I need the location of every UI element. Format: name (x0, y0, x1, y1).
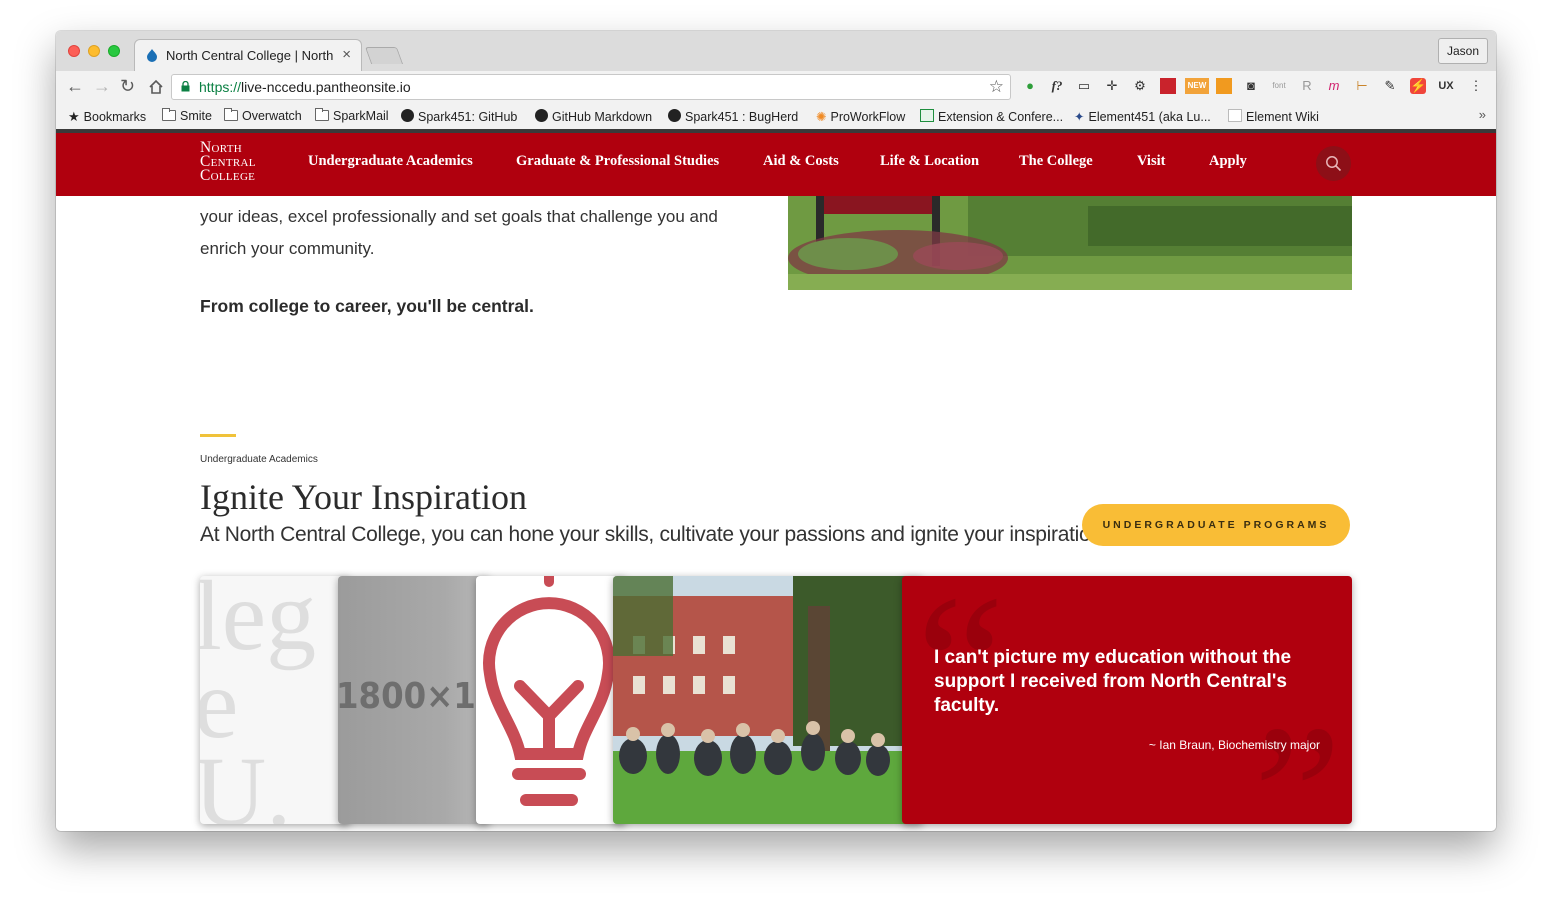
campus-sign-photo-graphic (788, 196, 1352, 290)
undergraduate-programs-button[interactable]: UNDERGRADUATE PROGRAMS (1082, 504, 1350, 546)
bookmark-element-wiki[interactable]: Element Wiki (1228, 109, 1319, 124)
tab-title: North Central College | North C (166, 48, 336, 63)
drupal-favicon-icon (147, 49, 157, 62)
college-logo[interactable]: North Central College (200, 140, 256, 184)
placeholder-dimensions: 1800×100 (338, 676, 490, 717)
eyedropper-extension-icon[interactable]: ✎ (1382, 78, 1398, 94)
lightbulb-icon (483, 576, 615, 806)
m-extension-icon[interactable]: m (1326, 78, 1342, 94)
browser-tab[interactable]: North Central College | North C × (134, 39, 362, 71)
feature-cards: lege U. 1800×100 (200, 574, 1352, 824)
card-student-quote[interactable]: “ ” I can't picture my education without… (902, 576, 1352, 824)
search-button[interactable] (1316, 146, 1351, 181)
new-badge-extension-icon[interactable]: NEW (1185, 78, 1209, 94)
nav-the-college[interactable]: The College (1019, 153, 1093, 170)
nav-graduate-professional-studies[interactable]: Graduate & Professional Studies (516, 153, 719, 170)
spreadsheet-icon (920, 109, 934, 122)
section-title: Ignite Your Inspiration (200, 477, 527, 517)
bookmark-proworkflow[interactable]: ✺ ProWorkFlow (816, 109, 905, 124)
bookmark-bookmarks[interactable]: ★ Bookmarks (68, 109, 146, 125)
zoom-window-button[interactable] (108, 45, 120, 57)
back-arrow-icon[interactable]: ← (66, 76, 84, 97)
card-lightbulb[interactable] (476, 576, 626, 824)
search-icon (1326, 156, 1342, 172)
bookmark-star-icon[interactable]: ☆ (989, 77, 1004, 97)
logo-line-3: College (200, 167, 256, 184)
section-subtitle: At North Central College, you can hone y… (200, 523, 1108, 546)
folder-icon (224, 108, 238, 121)
nav-apply[interactable]: Apply (1209, 153, 1247, 170)
r-extension-icon[interactable]: R (1299, 78, 1315, 94)
site-header: North Central College Undergraduate Acad… (56, 133, 1496, 196)
section-accent-rule (200, 434, 236, 437)
ruler-extension-icon[interactable]: ⊢ (1354, 78, 1370, 94)
url-text: https://live-nccedu.pantheonsite.io (199, 79, 411, 95)
card-college-u-text: lege U. (200, 576, 317, 824)
star-icon: ★ (68, 109, 80, 124)
minimize-window-button[interactable] (88, 45, 100, 57)
nav-undergraduate-academics[interactable]: Undergraduate Academics (308, 153, 473, 170)
reload-icon[interactable]: ↻ (120, 76, 135, 97)
tab-close-icon[interactable]: × (342, 46, 351, 63)
page-viewport: North Central College Undergraduate Acad… (56, 133, 1496, 831)
campus-sign-photo (788, 196, 1352, 290)
tab-strip: North Central College | North C × Jason (56, 31, 1496, 71)
quote-attribution: ~ Ian Braun, Biochemistry major (1148, 738, 1320, 752)
location-extension-icon[interactable]: ● (1022, 78, 1038, 94)
whatfont-extension-icon[interactable]: f? (1049, 78, 1065, 94)
folder-icon (315, 108, 329, 121)
new-tab-button[interactable] (364, 47, 404, 64)
font-extension-icon[interactable]: font (1271, 78, 1287, 94)
nav-aid-costs[interactable]: Aid & Costs (763, 153, 839, 170)
camera-extension-icon[interactable]: ◙ (1243, 78, 1259, 94)
student-quote: I can't picture my education without the… (934, 647, 1292, 716)
card-students-photo[interactable] (613, 576, 923, 824)
bookmark-smite[interactable]: Smite (162, 108, 212, 123)
profile-button[interactable]: Jason (1437, 38, 1488, 64)
bookmark-overwatch[interactable]: Overwatch (224, 108, 302, 123)
lightning-extension-icon[interactable]: ⚡ (1410, 78, 1426, 94)
red-square-extension-icon[interactable] (1160, 78, 1176, 94)
card-college-u[interactable]: lege U. (200, 576, 350, 824)
intro-paragraph: your ideas, excel professionally and set… (200, 207, 718, 258)
bookmark-github-markdown[interactable]: GitHub Markdown (535, 109, 652, 124)
measure-extension-icon[interactable]: ✛ (1104, 78, 1120, 94)
nav-life-location[interactable]: Life & Location (880, 153, 979, 170)
chrome-menu-icon[interactable]: ⋮ (1468, 78, 1484, 94)
students-lawn-photo (613, 576, 923, 824)
analytics-extension-icon[interactable] (1216, 78, 1232, 94)
github-icon (535, 109, 548, 122)
bookmarks-bar: ★ Bookmarks Smite Overwatch SparkMail Spa… (56, 105, 1496, 130)
bookmark-sparkmail[interactable]: SparkMail (315, 108, 389, 123)
intro-emphasis: From college to career, you'll be centra… (200, 296, 534, 316)
window-resizer-extension-icon[interactable]: ▭ (1076, 78, 1092, 94)
more-bookmarks-chevron-icon[interactable]: » (1479, 107, 1486, 122)
close-window-button[interactable] (68, 45, 80, 57)
browser-window: North Central College | North C × Jason … (56, 31, 1496, 831)
address-bar[interactable]: https://live-nccedu.pantheonsite.io ☆ (171, 74, 1011, 100)
card-placeholder[interactable]: 1800×100 (338, 576, 490, 824)
home-icon[interactable] (148, 79, 164, 95)
bookmark-spark451-github[interactable]: Spark451: GitHub (401, 109, 517, 124)
forward-arrow-icon[interactable]: → (93, 76, 111, 97)
nav-visit[interactable]: Visit (1137, 153, 1165, 170)
github-icon (401, 109, 414, 122)
settings-extension-icon[interactable]: ⚙ (1132, 78, 1148, 94)
folder-icon (162, 108, 176, 121)
bookmark-extension-conference[interactable]: Extension & Confere... (920, 109, 1063, 124)
bugherd-icon (668, 109, 681, 122)
bookmark-bugherd[interactable]: Spark451 : BugHerd (668, 109, 798, 124)
wiki-icon (1228, 109, 1242, 122)
gear-icon: ✺ (816, 110, 827, 124)
ux-extension-icon[interactable]: UX (1438, 78, 1454, 94)
bookmark-element451[interactable]: ✦ Element451 (aka Lu... (1074, 109, 1211, 124)
section-eyebrow: Undergraduate Academics (200, 454, 318, 465)
figure-icon: ✦ (1074, 110, 1085, 124)
lock-icon (181, 81, 190, 92)
